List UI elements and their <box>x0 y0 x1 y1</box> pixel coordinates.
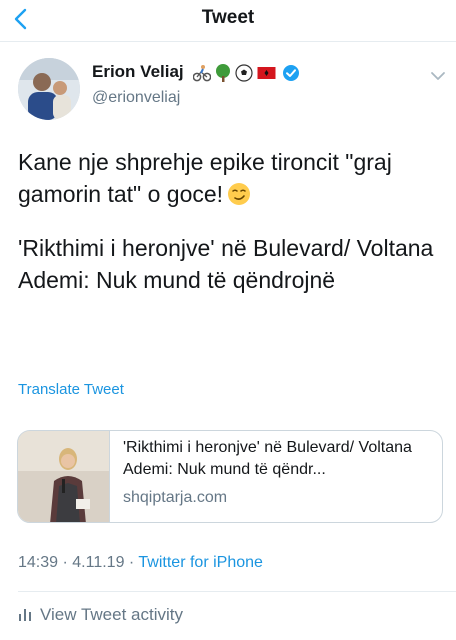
link-card-thumbnail <box>18 431 110 522</box>
name-emoji-row <box>193 63 300 83</box>
meta-separator: · <box>58 554 73 571</box>
tweet-meta: 14:39 · 4.11.19 · Twitter for iPhone <box>18 554 263 572</box>
author-name[interactable]: Erion Veliaj <box>92 62 184 82</box>
soccer-ball-emoji <box>235 64 253 82</box>
bicyclist-emoji <box>193 65 211 82</box>
page-title: Tweet <box>201 7 255 28</box>
verified-badge-icon <box>283 65 299 81</box>
view-tweet-activity-link[interactable]: View Tweet activity <box>18 605 183 625</box>
top-bar: Tweet <box>0 0 456 42</box>
bar-chart-icon <box>19 609 31 621</box>
albania-flag-emoji <box>257 67 276 79</box>
link-preview-card[interactable]: 'Rikthimi i heronjve' në Bulevard/ Volta… <box>17 430 443 523</box>
meta-separator: · <box>124 554 139 571</box>
divider <box>18 591 456 592</box>
tweet-date: 4.11.19 <box>72 554 125 571</box>
tree-emoji <box>216 64 230 82</box>
chevron-down-icon[interactable] <box>428 68 448 84</box>
avatar[interactable] <box>18 58 80 120</box>
smirking-face-emoji <box>228 183 251 205</box>
tweet-text-line1: Kane nje shprehje epike tironcit "graj g… <box>18 146 443 210</box>
author-handle[interactable]: @erionveliaj <box>92 89 180 107</box>
link-card-title: 'Rikthimi i heronjve' në Bulevard/ Volta… <box>123 439 412 478</box>
tweet-source-link[interactable]: Twitter for iPhone <box>138 554 263 571</box>
view-tweet-activity-label: View Tweet activity <box>40 605 183 624</box>
tweet-text-line1-content: Kane nje shprehje epike tironcit "graj g… <box>18 149 392 207</box>
tweet-text-line2: 'Rikthimi i heronjve' në Bulevard/ Volta… <box>18 235 434 293</box>
link-card-domain: shqiptarja.com <box>123 489 228 506</box>
tweet-time: 14:39 <box>18 554 59 571</box>
translate-tweet-link[interactable]: Translate Tweet <box>18 381 124 398</box>
